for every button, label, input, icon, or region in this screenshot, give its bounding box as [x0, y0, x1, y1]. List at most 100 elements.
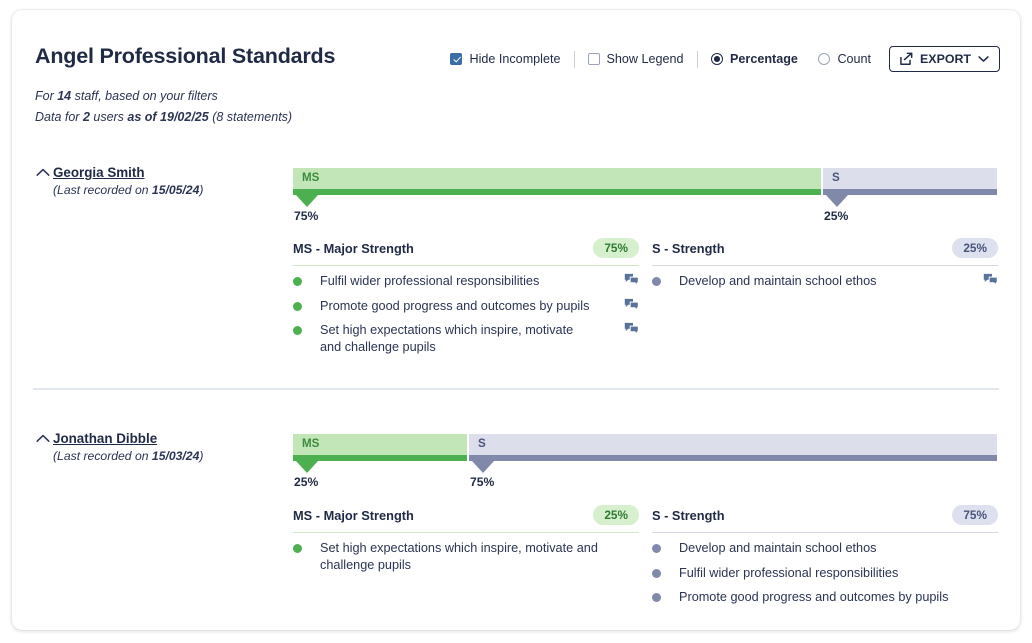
detail-percent-badge: 75%	[593, 238, 639, 258]
person-last-recorded: (Last recorded on 15/03/24)	[53, 449, 203, 463]
as-of-date: as of 19/02/25	[127, 110, 209, 124]
comment-icon[interactable]	[624, 322, 639, 341]
detail-column-s: S - Strength 75% Develop and maintain sc…	[652, 505, 998, 607]
bar-segment-code: MS	[302, 171, 320, 184]
status-dot	[652, 593, 661, 602]
bar-segment-percent: 25%	[294, 475, 319, 489]
detail-title: MS - Major Strength	[293, 507, 414, 523]
status-dot	[293, 277, 302, 286]
last-recorded-suffix: )	[199, 183, 204, 197]
comment-icon[interactable]	[624, 298, 639, 317]
comment-icon[interactable]	[624, 273, 639, 292]
last-recorded-date: 15/05/24	[151, 183, 200, 197]
status-dot	[293, 301, 302, 311]
status-dot	[652, 277, 661, 286]
data-summary-mid: users	[89, 110, 128, 124]
percentage-radio[interactable]	[710, 52, 724, 66]
chevron-down-icon	[978, 56, 989, 62]
last-recorded-suffix: )	[199, 449, 204, 463]
data-summary-pre: Data for	[35, 110, 83, 124]
data-summary-line: Data for 2 users as of 19/02/25 (8 state…	[35, 110, 292, 124]
count-radio[interactable]	[817, 52, 831, 66]
bar-segment-fill	[469, 434, 997, 461]
statement-text: Fulfil wider professional responsibiliti…	[679, 565, 899, 580]
count-radio-option[interactable]: Count	[808, 52, 881, 66]
statement-text: Promote good progress and outcomes by pu…	[679, 590, 949, 604]
toolbar-divider	[573, 50, 575, 68]
export-label: EXPORT	[920, 52, 971, 66]
staff-count: 14	[57, 89, 72, 103]
statement-row[interactable]: Promote good progress and outcomes by pu…	[652, 582, 998, 607]
bar-segment-percent: 75%	[470, 475, 495, 489]
distribution-bar: MS 75% S 25%	[293, 168, 997, 223]
bar-segment-pointer	[472, 461, 494, 473]
status-dot	[652, 544, 661, 553]
show-legend-checkbox[interactable]	[587, 53, 600, 65]
detail-header: MS - Major Strength 75%	[293, 238, 639, 265]
collapse-chevron-icon[interactable]	[35, 431, 51, 447]
statement-text: Develop and maintain school ethos	[679, 274, 877, 288]
bar-segment-s[interactable]: S 75%	[469, 434, 997, 489]
last-recorded-prefix: (Last recorded on	[53, 449, 152, 463]
detail-percent-badge: 25%	[952, 238, 998, 258]
person-last-recorded: (Last recorded on 15/05/24)	[53, 183, 203, 197]
bar-segment-code: MS	[302, 437, 320, 450]
filter-summary-pre: For	[35, 89, 58, 103]
toolbar-divider	[696, 50, 698, 68]
bar-segment-pointer	[296, 461, 318, 473]
bar-segment-ms[interactable]: MS 75%	[293, 168, 821, 223]
section-divider	[33, 388, 999, 390]
bar-segment-pointer	[296, 195, 318, 207]
hide-incomplete-toggle[interactable]: Hide Incomplete	[440, 52, 570, 66]
count-label: Count	[837, 52, 872, 66]
detail-title: S - Strength	[652, 507, 725, 523]
screenshot-root: Angel Professional Standards For 14 staf…	[0, 0, 1032, 643]
show-legend-toggle[interactable]: Show Legend	[578, 52, 694, 66]
status-dot	[293, 326, 302, 335]
statement-row[interactable]: Fulfil wider professional responsibiliti…	[293, 266, 639, 291]
statement-row[interactable]: Set high expectations which inspire, mot…	[293, 315, 639, 356]
detail-header: S - Strength 75%	[652, 505, 998, 532]
user-count: 2	[82, 110, 90, 124]
distribution-bar: MS 25% S 75%	[293, 434, 997, 489]
statement-text: Promote good progress and outcomes by pu…	[320, 298, 590, 313]
page-title: Angel Professional Standards	[35, 44, 336, 68]
bar-segment-percent: 25%	[824, 209, 849, 223]
percentage-radio-option[interactable]: Percentage	[701, 52, 808, 66]
statement-text: Develop and maintain school ethos	[679, 541, 877, 555]
statement-row[interactable]: Develop and maintain school ethos	[652, 533, 998, 558]
detail-column-s: S - Strength 25% Develop and maintain sc…	[652, 238, 998, 291]
detail-header: S - Strength 25%	[652, 238, 998, 265]
detail-header: MS - Major Strength 25%	[293, 505, 639, 532]
bar-segment-s[interactable]: S 25%	[823, 168, 997, 223]
statement-text: Set high expectations which inspire, mot…	[320, 541, 598, 572]
bar-segment-code: S	[832, 171, 840, 184]
statement-row[interactable]: Set high expectations which inspire, mot…	[293, 533, 639, 574]
collapse-chevron-icon[interactable]	[35, 165, 51, 181]
filter-summary-line: For 14 staff, based on your filters	[35, 89, 218, 103]
person-name-link[interactable]: Georgia Smith	[53, 165, 145, 180]
status-dot	[293, 544, 302, 553]
statement-row[interactable]: Fulfil wider professional responsibiliti…	[652, 558, 998, 583]
person-name-link[interactable]: Jonathan Dibble	[53, 431, 157, 446]
percentage-label: Percentage	[730, 52, 798, 66]
statement-row[interactable]: Develop and maintain school ethos	[652, 266, 998, 291]
status-dot	[652, 568, 661, 578]
filter-summary-post: staff, based on your filters	[71, 89, 218, 103]
last-recorded-prefix: (Last recorded on	[53, 183, 152, 197]
bar-segment-ms[interactable]: MS 25%	[293, 434, 467, 489]
toolbar: Hide Incomplete Show Legend Percentage C…	[440, 45, 1000, 73]
show-legend-label: Show Legend	[606, 52, 684, 66]
export-button[interactable]: EXPORT	[889, 46, 1000, 72]
bar-segment-percent: 75%	[294, 209, 319, 223]
last-recorded-date: 15/03/24	[151, 449, 200, 463]
bar-segment-fill	[823, 168, 997, 195]
statement-row[interactable]: Promote good progress and outcomes by pu…	[293, 291, 639, 316]
comment-icon[interactable]	[983, 273, 998, 292]
bar-segment-pointer	[826, 195, 848, 207]
statement-text: Fulfil wider professional responsibiliti…	[320, 274, 540, 288]
detail-title: MS - Major Strength	[293, 240, 414, 256]
detail-column-ms: MS - Major Strength 75% Fulfil wider pro…	[293, 238, 639, 356]
detail-column-ms: MS - Major Strength 25% Set high expecta…	[293, 505, 639, 574]
hide-incomplete-checkbox[interactable]	[450, 53, 463, 65]
